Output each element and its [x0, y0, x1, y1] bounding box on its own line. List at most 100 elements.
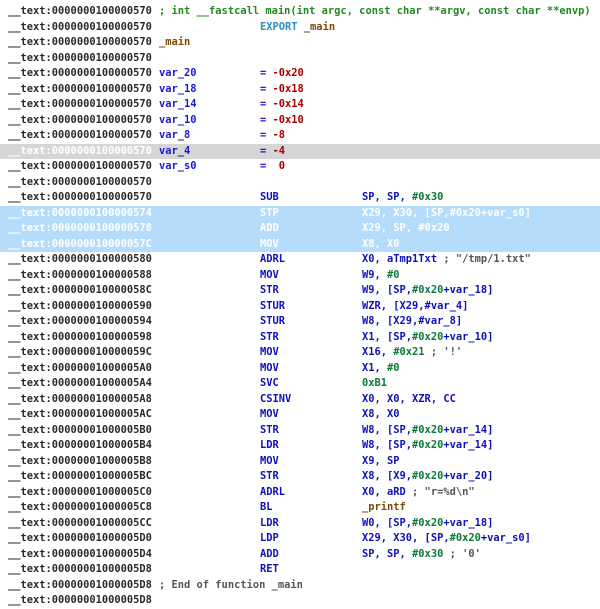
- value-token[interactable]: =: [260, 145, 273, 157]
- operand-token[interactable]: W0, [SP,: [362, 517, 412, 529]
- operand-token[interactable]: #0x20: [412, 424, 443, 436]
- mnemonic[interactable]: CSINV: [260, 392, 291, 408]
- listing-line[interactable]: __text:0000000100000570 ; int __fastcall …: [0, 4, 600, 20]
- address[interactable]: __text:0000000100000588: [8, 268, 152, 284]
- address[interactable]: __text:0000000100000570: [8, 51, 152, 67]
- operand-token[interactable]: 0xB1: [362, 377, 387, 389]
- operand-token[interactable]: X1, [SP,: [362, 331, 412, 343]
- address[interactable]: __text:0000000100000570: [8, 128, 152, 144]
- address[interactable]: __text:00000001000005B4: [8, 438, 152, 454]
- operand-token[interactable]: #0: [387, 269, 400, 281]
- listing-line[interactable]: __text:00000001000005B0 STR W8, [SP,#0x20+…: [0, 423, 600, 439]
- label-token[interactable]: var_14: [159, 98, 197, 110]
- operand-token[interactable]: +var_14]: [443, 424, 493, 436]
- label-token[interactable]: ; int __fastcall main(int argc, const ch…: [159, 5, 591, 17]
- operand-token[interactable]: X1,: [362, 362, 387, 374]
- listing-line[interactable]: __text:00000001000005AC MOV X8, X0: [0, 407, 600, 423]
- operand-token[interactable]: #0x20: [412, 284, 443, 296]
- listing-line[interactable]: __text:0000000100000570 var_4 = -4: [0, 143, 600, 160]
- operand-token[interactable]: X0, aRD: [362, 486, 412, 498]
- address[interactable]: __text:00000001000005D8: [8, 578, 152, 594]
- mnemonic[interactable]: MOV: [260, 407, 279, 423]
- value-token[interactable]: =: [260, 129, 273, 141]
- listing-line[interactable]: __text:0000000100000570: [0, 175, 600, 191]
- listing-line[interactable]: __text:00000001000005C8 BL _printf: [0, 500, 600, 516]
- address[interactable]: __text:0000000100000570: [8, 144, 152, 160]
- operand-token[interactable]: #0x30: [412, 548, 443, 560]
- operand-token[interactable]: +var_18]: [443, 517, 493, 529]
- value-token[interactable]: -4: [273, 145, 286, 157]
- value-token[interactable]: -0x14: [273, 98, 304, 110]
- operand-token[interactable]: ; '!': [425, 346, 462, 358]
- disassembly-listing[interactable]: __text:0000000100000570 ; int __fastcall …: [0, 4, 600, 609]
- listing-line[interactable]: __text:0000000100000598 STR X1, [SP,#0x20+…: [0, 330, 600, 346]
- address[interactable]: __text:000000010000059C: [8, 345, 152, 361]
- listing-line[interactable]: __text:0000000100000570 _main: [0, 35, 600, 51]
- operand-token[interactable]: W9, [SP,: [362, 284, 412, 296]
- mnemonic[interactable]: LDR: [260, 516, 279, 532]
- mnemonic[interactable]: STP: [260, 206, 279, 222]
- listing-line[interactable]: __text:000000010000058C STR W9, [SP,#0x20+…: [0, 283, 600, 299]
- operand-token[interactable]: ; "/tmp/1.txt": [443, 253, 531, 265]
- label-token[interactable]: var_8: [159, 129, 190, 141]
- operand-token[interactable]: X29, X30, [SP,#0x20+var_s0]: [362, 207, 531, 219]
- operand-token[interactable]: X29, X30, [SP,: [362, 532, 450, 544]
- address[interactable]: __text:00000001000005D8: [8, 562, 152, 578]
- mnemonic[interactable]: ADRL: [260, 485, 285, 501]
- listing-line[interactable]: __text:00000001000005D8: [0, 593, 600, 609]
- address[interactable]: __text:00000001000005CC: [8, 516, 152, 532]
- mnemonic[interactable]: MOV: [260, 345, 279, 361]
- operand-token[interactable]: ; '0': [443, 548, 481, 560]
- listing-line[interactable]: __text:0000000100000570 var_14 = -0x14: [0, 97, 600, 113]
- operand-token[interactable]: W9,: [362, 269, 387, 281]
- mnemonic[interactable]: MOV: [260, 268, 279, 284]
- operand-token[interactable]: X0, aTmp1Txt: [362, 253, 443, 265]
- mnemonic[interactable]: SUB: [260, 190, 279, 206]
- address[interactable]: __text:0000000100000570: [8, 35, 152, 51]
- address[interactable]: __text:00000001000005C8: [8, 500, 152, 516]
- listing-line[interactable]: __text:00000001000005BC STR X8, [X9,#0x20+…: [0, 469, 600, 485]
- mnemonic[interactable]: ADD: [260, 547, 279, 563]
- listing-line[interactable]: __text:0000000100000590 STUR WZR, [X29,#va…: [0, 299, 600, 315]
- address[interactable]: __text:00000001000005C0: [8, 485, 152, 501]
- operand-token[interactable]: _printf: [362, 501, 406, 513]
- address[interactable]: __text:0000000100000594: [8, 314, 152, 330]
- operand-token[interactable]: #0: [387, 362, 400, 374]
- address[interactable]: __text:0000000100000570: [8, 82, 152, 98]
- listing-line[interactable]: __text:0000000100000570 var_s0 = 0: [0, 159, 600, 175]
- operand-token[interactable]: #0x20: [412, 470, 443, 482]
- listing-line[interactable]: __text:000000010000057C MOV X8, X0: [0, 236, 600, 252]
- mnemonic[interactable]: LDP: [260, 531, 279, 547]
- mnemonic[interactable]: MOV: [260, 454, 279, 470]
- operand-token[interactable]: #0x20: [412, 331, 443, 343]
- mnemonic[interactable]: BL: [260, 500, 273, 516]
- listing-line[interactable]: __text:0000000100000570 var_10 = -0x10: [0, 113, 600, 129]
- mnemonic[interactable]: STUR: [260, 299, 285, 315]
- address[interactable]: __text:0000000100000590: [8, 299, 152, 315]
- address[interactable]: __text:0000000100000570: [8, 113, 152, 129]
- listing-line[interactable]: __text:00000001000005D8 RET: [0, 562, 600, 578]
- operand-token[interactable]: +var_14]: [443, 439, 493, 451]
- operand-token[interactable]: +var_20]: [443, 470, 493, 482]
- address[interactable]: __text:0000000100000570: [8, 97, 152, 113]
- label-token[interactable]: var_10: [159, 114, 197, 126]
- mnemonic[interactable]: SVC: [260, 376, 279, 392]
- mnemonic[interactable]: STR: [260, 469, 279, 485]
- address[interactable]: __text:00000001000005D8: [8, 593, 152, 609]
- address[interactable]: __text:00000001000005AC: [8, 407, 152, 423]
- address[interactable]: __text:0000000100000570: [8, 190, 152, 206]
- mnemonic[interactable]: ADD: [260, 221, 279, 237]
- listing-line[interactable]: __text:00000001000005D8 ; End of function…: [0, 578, 600, 594]
- listing-line[interactable]: __text:00000001000005C0 ADRL X0, aRD ; "r=…: [0, 485, 600, 501]
- operand-token[interactable]: W8, [SP,: [362, 439, 412, 451]
- label-token[interactable]: var_18: [159, 83, 197, 95]
- mnemonic[interactable]: LDR: [260, 438, 279, 454]
- address[interactable]: __text:0000000100000570: [8, 20, 152, 36]
- operand-token[interactable]: #0x21: [393, 346, 424, 358]
- value-token[interactable]: =: [260, 114, 273, 126]
- listing-line[interactable]: __text:00000001000005A4 SVC 0xB1: [0, 376, 600, 392]
- address[interactable]: __text:00000001000005A0: [8, 361, 152, 377]
- listing-line[interactable]: __text:0000000100000570 var_18 = -0x18: [0, 82, 600, 98]
- value-token[interactable]: EXPORT: [260, 21, 304, 33]
- value-token[interactable]: 0: [279, 160, 285, 172]
